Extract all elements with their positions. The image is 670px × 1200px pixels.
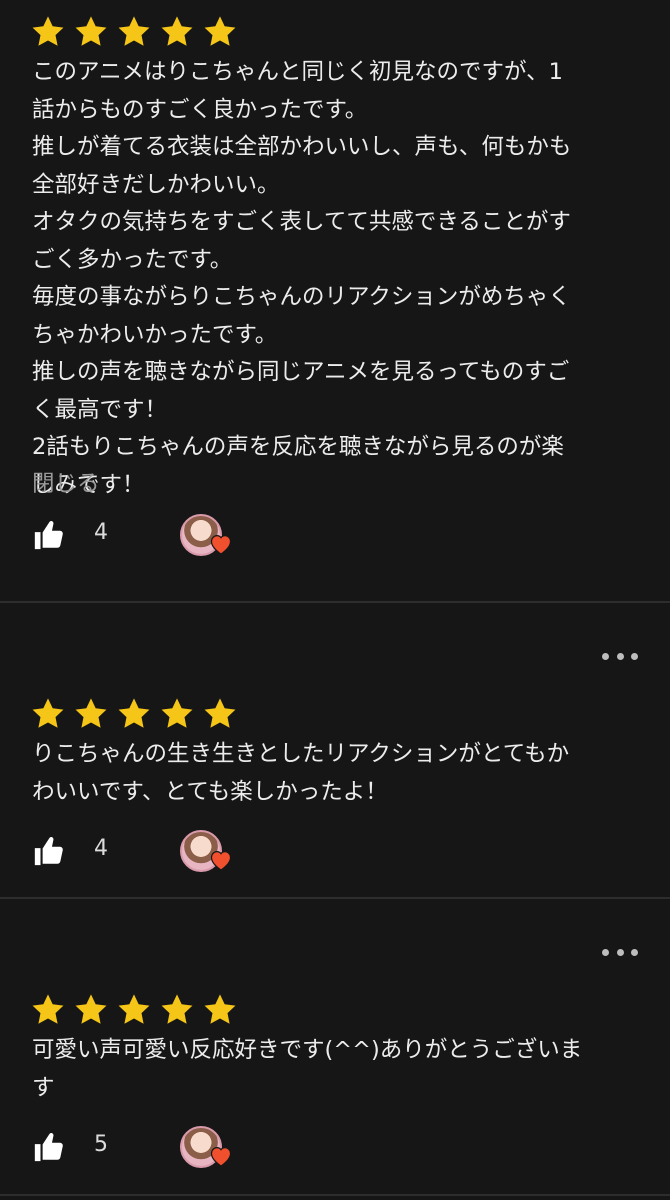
star-icon bbox=[159, 992, 195, 1028]
collapse-link[interactable]: 閉じる bbox=[32, 466, 100, 498]
star-icon bbox=[30, 992, 66, 1028]
like-count: 4 bbox=[94, 836, 108, 861]
star-icon bbox=[73, 14, 109, 50]
thumbs-up-icon[interactable] bbox=[32, 518, 66, 552]
review-text: このアニメはりこちゃんと同じく初見なのですが、1 話からものすごく良かったです。… bbox=[32, 59, 572, 498]
star-rating bbox=[30, 696, 238, 732]
star-icon bbox=[116, 14, 152, 50]
like-count: 4 bbox=[94, 520, 108, 545]
star-icon bbox=[30, 696, 66, 732]
star-icon bbox=[202, 992, 238, 1028]
review-text: 可愛い声可愛い反応好きです(^^)ありがとうございま す bbox=[32, 1037, 583, 1101]
star-icon bbox=[73, 696, 109, 732]
star-rating bbox=[30, 14, 238, 50]
star-icon bbox=[159, 696, 195, 732]
like-count: 5 bbox=[94, 1132, 108, 1157]
thumbs-up-icon[interactable] bbox=[32, 834, 66, 868]
star-rating bbox=[30, 992, 238, 1028]
creator-heart-badge[interactable] bbox=[180, 830, 232, 876]
more-options-icon[interactable] bbox=[602, 945, 638, 959]
divider bbox=[0, 897, 670, 899]
thumbs-up-icon[interactable] bbox=[32, 1130, 66, 1164]
review-actions: 5 bbox=[32, 1126, 632, 1172]
creator-heart-badge[interactable] bbox=[180, 514, 232, 560]
star-icon bbox=[116, 696, 152, 732]
star-icon bbox=[202, 14, 238, 50]
divider bbox=[0, 1194, 670, 1196]
review-actions: 4 bbox=[32, 830, 632, 876]
heart-icon bbox=[209, 849, 233, 871]
creator-heart-badge[interactable] bbox=[180, 1126, 232, 1172]
heart-icon bbox=[209, 533, 233, 555]
more-options-icon[interactable] bbox=[602, 649, 638, 663]
review-text: りこちゃんの生き生きとしたリアクションがとてもか わいいです、とても楽しかったよ… bbox=[32, 741, 570, 805]
divider bbox=[0, 601, 670, 603]
star-icon bbox=[73, 992, 109, 1028]
star-icon bbox=[116, 992, 152, 1028]
heart-icon bbox=[209, 1145, 233, 1167]
star-icon bbox=[202, 696, 238, 732]
star-icon bbox=[30, 14, 66, 50]
review-actions: 4 bbox=[32, 514, 632, 560]
star-icon bbox=[159, 14, 195, 50]
